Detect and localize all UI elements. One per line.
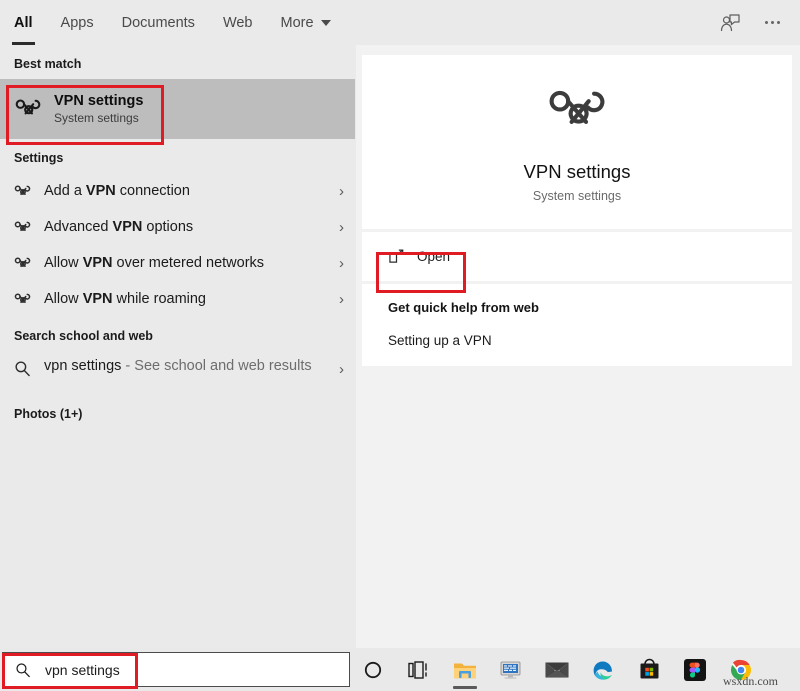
detail-title: VPN settings [523, 161, 631, 182]
taskbar-task-view-button[interactable] [396, 648, 442, 691]
tab-documents[interactable]: Documents [122, 11, 195, 35]
tab-web-label: Web [222, 14, 253, 31]
task-view-icon [408, 660, 427, 679]
taskbar-icons [350, 648, 764, 691]
tab-web[interactable]: Web [223, 11, 253, 35]
remote-desktop-icon [500, 661, 521, 679]
results-list: Best match VPN settings System settings … [0, 45, 356, 648]
vpn-knot-icon [14, 184, 44, 199]
app-preview-card: VPN settings System settings [362, 55, 792, 229]
actions-card: Open [362, 232, 792, 281]
web-help-card: Get quick help from web Setting up a VPN [362, 284, 792, 366]
chevron-right-icon: › [339, 218, 344, 236]
flyout-body: Best match VPN settings System settings … [0, 45, 800, 648]
chevron-right-icon: › [339, 290, 344, 308]
open-button[interactable]: Open [378, 242, 466, 271]
web-search-result[interactable]: vpn settings - See school and web result… [0, 351, 356, 395]
ellipsis-icon [764, 21, 780, 24]
screen: All Apps Documents Web More Best match V… [0, 0, 800, 691]
photos-header: Photos (1+) [14, 407, 83, 421]
header-actions [710, 0, 792, 45]
taskbar-search-box[interactable]: vpn settings [2, 652, 350, 687]
settings-item-label: Allow VPN over metered networks [44, 255, 265, 271]
settings-item-label: Advanced VPN options [44, 219, 194, 235]
search-filter-tabbar: All Apps Documents Web More [0, 0, 800, 45]
tab-all-label: All [14, 14, 33, 31]
tab-more-label: More [280, 14, 314, 31]
vpn-knot-icon [14, 220, 44, 235]
open-external-icon [388, 249, 405, 264]
taskbar: vpn settings wsxdn.com [0, 648, 800, 691]
web-help-header: Get quick help from web [388, 300, 539, 315]
mail-icon [545, 662, 569, 678]
best-match-header: Best match [14, 57, 82, 71]
detail-subtitle: System settings [532, 189, 622, 203]
vpn-knot-icon [14, 256, 44, 271]
settings-header: Settings [14, 151, 64, 165]
settings-item-advanced-vpn-options[interactable]: Advanced VPN options › [0, 209, 356, 245]
best-match-title: VPN settings [54, 93, 144, 109]
chevron-right-icon: › [339, 361, 344, 378]
settings-item-allow-vpn-roaming[interactable]: Allow VPN while roaming › [0, 281, 356, 317]
search-input-value[interactable]: vpn settings [45, 662, 120, 678]
vpn-knot-icon [14, 97, 54, 121]
chevron-down-icon [320, 19, 331, 26]
taskbar-cortana-button[interactable] [350, 648, 396, 691]
taskbar-remote-desktop-button[interactable] [488, 648, 534, 691]
cortana-icon [364, 661, 382, 678]
vpn-knot-icon [14, 292, 44, 307]
settings-item-allow-vpn-metered[interactable]: Allow VPN over metered networks › [0, 245, 356, 281]
search-icon [15, 662, 31, 678]
tab-more[interactable]: More [281, 11, 331, 35]
search-icon [14, 357, 44, 377]
feedback-button[interactable] [710, 5, 750, 41]
tab-apps[interactable]: Apps [61, 11, 94, 35]
microsoft-edge-icon [593, 661, 612, 680]
chevron-right-icon: › [339, 254, 344, 272]
taskbar-microsoft-store-button[interactable] [626, 648, 672, 691]
settings-item-add-vpn-connection[interactable]: Add a VPN connection › [0, 173, 356, 209]
chevron-right-icon: › [339, 182, 344, 200]
tab-all[interactable]: All [12, 11, 35, 45]
watermark: wsxdn.com [723, 674, 778, 688]
best-match-text: VPN settings System settings [54, 93, 143, 125]
taskbar-mail-button[interactable] [534, 648, 580, 691]
best-match-subtitle: System settings [54, 111, 139, 125]
settings-item-label: Allow VPN while roaming [44, 291, 207, 307]
microsoft-store-icon [640, 658, 658, 679]
tab-apps-label: Apps [60, 14, 94, 31]
taskbar-figma-button[interactable] [672, 648, 718, 691]
best-match-row[interactable]: VPN settings System settings [0, 79, 355, 139]
taskbar-edge-button[interactable] [580, 648, 626, 691]
web-search-result-label: vpn settings - See school and web result… [44, 358, 312, 374]
figma-icon [684, 658, 706, 681]
taskbar-file-explorer-button[interactable] [442, 648, 488, 691]
more-options-button[interactable] [752, 5, 792, 41]
vpn-knot-icon [546, 85, 608, 139]
tab-documents-label: Documents [121, 14, 195, 31]
open-button-label: Open [417, 249, 451, 264]
settings-item-label: Add a VPN connection [44, 183, 190, 199]
file-explorer-icon [454, 663, 476, 678]
search-flyout: All Apps Documents Web More Best match V… [0, 0, 800, 648]
web-help-link[interactable]: Setting up a VPN [388, 333, 792, 348]
feedback-person-icon [720, 13, 740, 31]
web-search-header: Search school and web [14, 329, 153, 343]
detail-pane: VPN settings System settings Open Get qu… [356, 45, 800, 648]
